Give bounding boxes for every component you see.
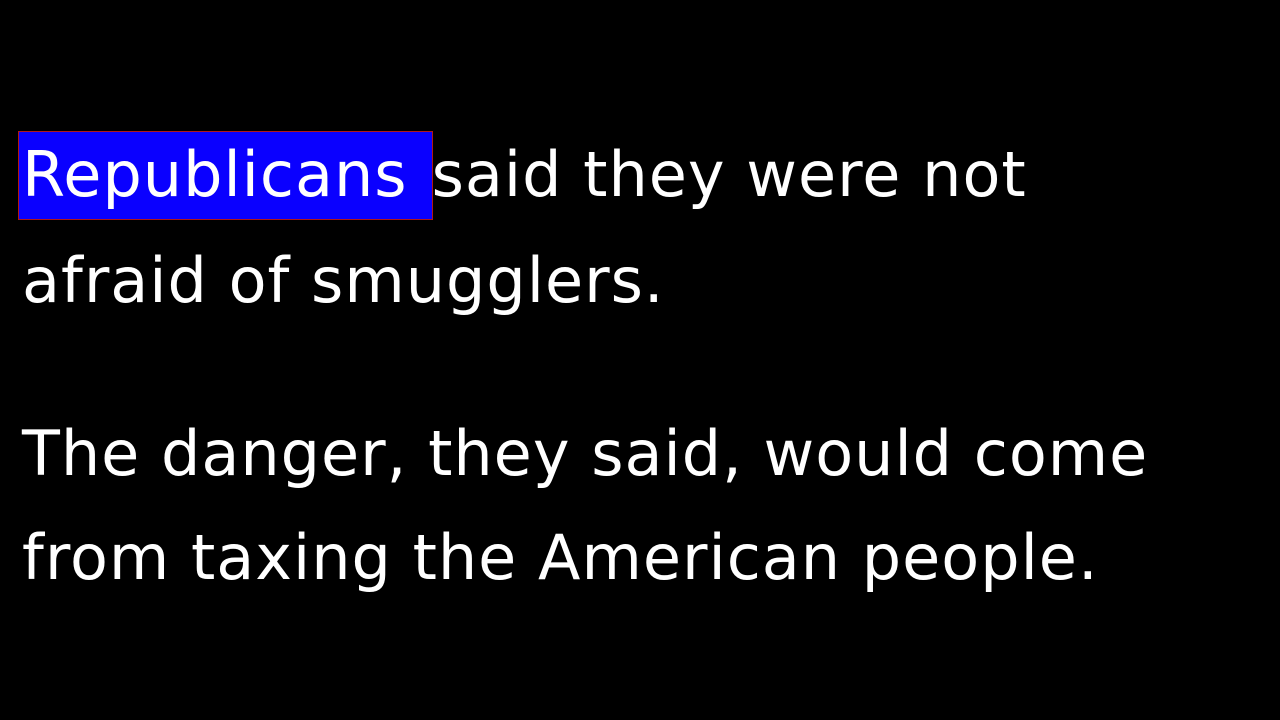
highlighted-word: Republicans bbox=[18, 131, 433, 220]
paragraph1-line1-rest: said they were not bbox=[431, 138, 1027, 211]
paragraph2-line1: The danger, they said, would come bbox=[22, 417, 1149, 490]
paragraph2-line2: from taxing the American people. bbox=[22, 521, 1099, 594]
paragraph1-line2: afraid of smugglers. bbox=[22, 244, 665, 317]
paragraph1-line1: Republicans said they were not bbox=[18, 131, 1027, 220]
caption-screen: Republicans said they were not afraid of … bbox=[0, 0, 1280, 720]
